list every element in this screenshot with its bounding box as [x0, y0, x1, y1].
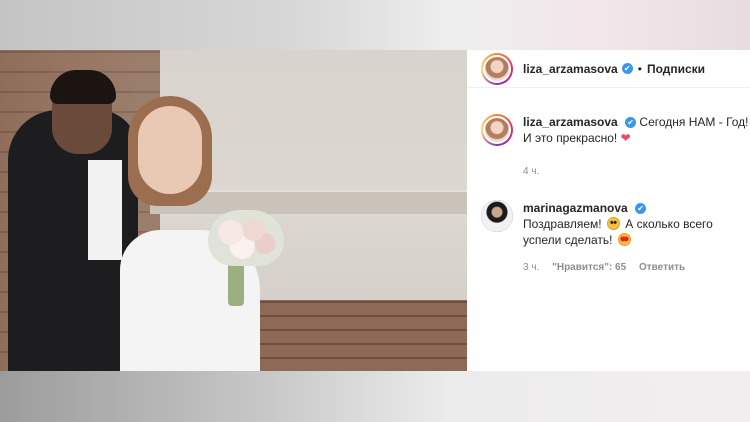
emoji-face-icon	[606, 217, 620, 230]
comment-item: marinagazmanova ✔ Поздравляем! А сколько…	[481, 200, 750, 248]
caption: liza_arzamasova ✔ Сегодня НАМ - Год! И э…	[481, 114, 750, 146]
caption-meta: 4 ч.	[523, 166, 549, 177]
comment-meta: 3 ч. "Нравится": 65 Ответить	[523, 262, 695, 273]
avatar-image	[481, 200, 513, 232]
caption-body: liza_arzamasova ✔ Сегодня НАМ - Год! И э…	[523, 114, 749, 146]
verified-badge-icon: ✔	[621, 63, 633, 74]
post-header: liza_arzamasova ✔ • Подписки	[467, 50, 750, 88]
heart-icon: ❤	[620, 131, 631, 145]
blurred-background-top	[0, 0, 750, 50]
caption-avatar-icon[interactable]	[481, 114, 513, 146]
comment-text-line1: Поздравляем!	[523, 217, 602, 231]
post-photo[interactable]	[0, 50, 467, 371]
profile-avatar-icon[interactable]	[481, 52, 513, 85]
caption-username[interactable]: liza_arzamasova	[523, 115, 618, 129]
comment-text-line1b: А сколько всего	[625, 217, 713, 231]
verified-badge-icon: ✔	[635, 203, 647, 215]
author-username[interactable]: liza_arzamasova	[523, 62, 618, 76]
caption-time[interactable]: 4 ч.	[523, 166, 539, 177]
emoji-heart-eyes-icon	[617, 233, 631, 246]
comment-time[interactable]: 3 ч.	[523, 262, 539, 273]
comment-text-line2: успели сделать!	[523, 233, 613, 247]
commenter-avatar-icon[interactable]	[481, 200, 513, 232]
fireplace	[230, 300, 467, 371]
following-button[interactable]: Подписки	[647, 62, 705, 76]
bouquet	[208, 210, 284, 266]
groom-hair	[50, 70, 116, 104]
post-sidebar: liza_arzamasova ✔ • Подписки liza_arzama…	[467, 50, 750, 371]
reply-button[interactable]: Ответить	[639, 262, 685, 273]
bouquet-stems	[228, 260, 244, 306]
comment-username[interactable]: marinagazmanova	[523, 201, 628, 215]
avatar-image	[483, 116, 511, 144]
avatar-image	[483, 54, 511, 83]
caption-text-line2: И это прекрасно!	[523, 131, 618, 145]
comment-body: marinagazmanova ✔ Поздравляем! А сколько…	[523, 200, 713, 248]
comment-likes[interactable]: "Нравится": 65	[552, 262, 626, 273]
instagram-post: liza_arzamasova ✔ • Подписки liza_arzama…	[0, 50, 750, 371]
blurred-background-bottom	[0, 371, 750, 422]
caption-text-line1: Сегодня НАМ - Год!	[639, 115, 749, 129]
bride-head	[138, 106, 202, 194]
header-separator: •	[637, 61, 642, 76]
groom-shirt	[88, 160, 122, 260]
verified-badge-icon: ✔	[625, 117, 637, 129]
